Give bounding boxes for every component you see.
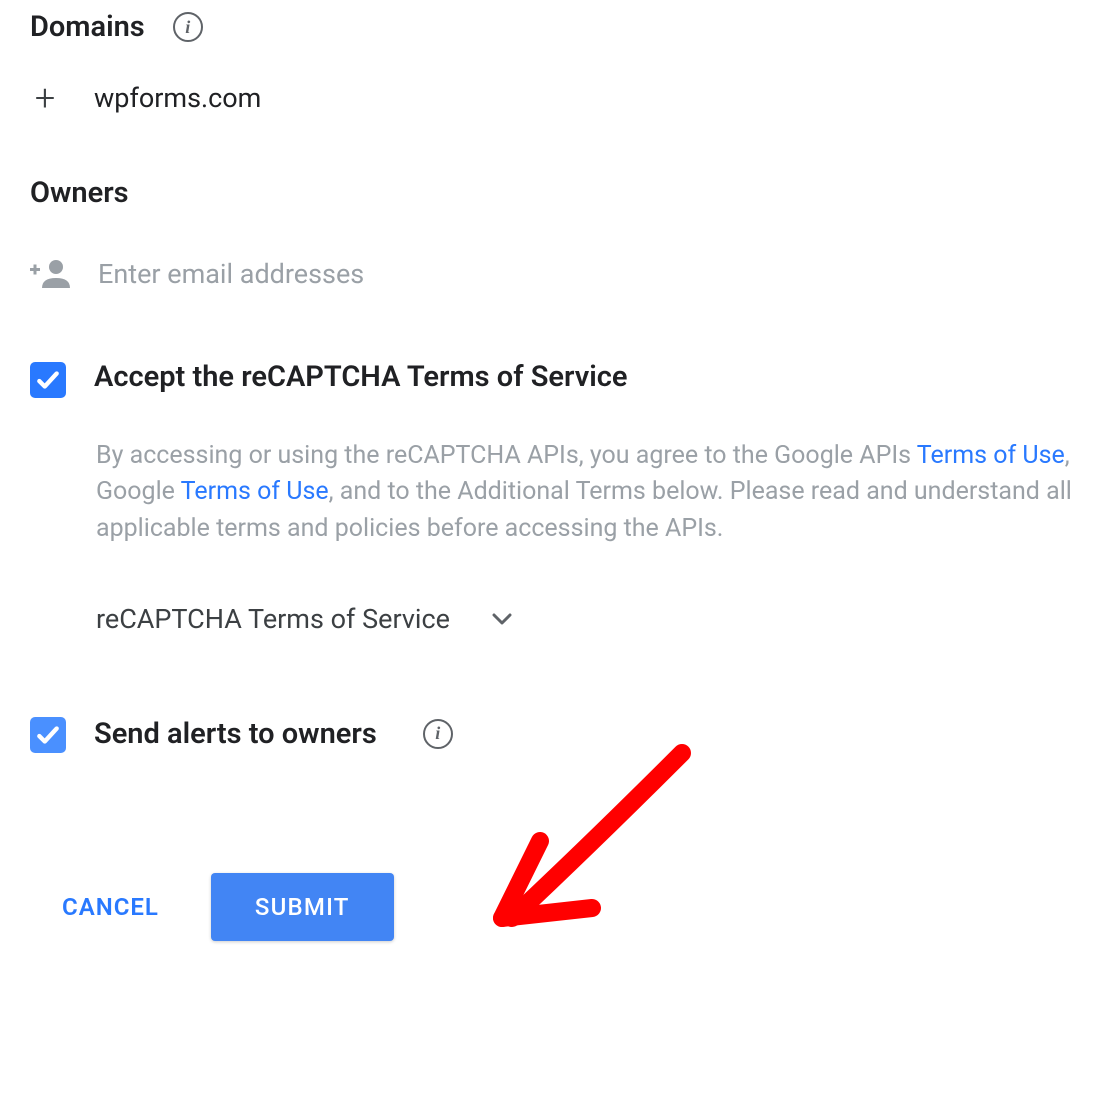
alerts-checkbox[interactable] xyxy=(30,717,66,753)
tos-checkbox-label: Accept the reCAPTCHA Terms of Service xyxy=(94,360,628,394)
button-row: CANCEL SUBMIT xyxy=(62,873,1086,941)
cancel-button[interactable]: CANCEL xyxy=(62,893,159,921)
tos-desc-text-1: By accessing or using the reCAPTCHA APIs… xyxy=(96,441,917,470)
tos-dropdown[interactable]: reCAPTCHA Terms of Service xyxy=(96,603,1086,635)
domains-header: Domains i xyxy=(30,10,1086,44)
info-icon[interactable]: i xyxy=(173,12,203,42)
domain-item: wpforms.com xyxy=(94,82,261,114)
chevron-down-icon xyxy=(490,607,514,631)
email-field[interactable] xyxy=(98,258,698,290)
info-icon[interactable]: i xyxy=(423,719,453,749)
tos-link-google[interactable]: Terms of Use xyxy=(181,477,329,506)
tos-checkbox[interactable] xyxy=(30,362,66,398)
annotation-arrow xyxy=(462,733,722,963)
tos-dropdown-label: reCAPTCHA Terms of Service xyxy=(96,603,450,635)
tos-section: Accept the reCAPTCHA Terms of Service By… xyxy=(30,360,1086,635)
alerts-label: Send alerts to owners xyxy=(94,717,377,751)
plus-icon[interactable]: + xyxy=(30,80,60,116)
owners-title: Owners xyxy=(30,176,1086,210)
domain-row: + wpforms.com xyxy=(30,80,1086,116)
owners-row xyxy=(30,258,1086,290)
tos-checkbox-row: Accept the reCAPTCHA Terms of Service xyxy=(30,360,1086,398)
tos-link-google-apis[interactable]: Terms of Use xyxy=(917,441,1065,470)
submit-button[interactable]: SUBMIT xyxy=(211,873,394,941)
add-person-icon[interactable] xyxy=(30,258,72,290)
tos-description: By accessing or using the reCAPTCHA APIs… xyxy=(96,438,1086,547)
alerts-row: Send alerts to owners i xyxy=(30,715,1086,753)
domains-title: Domains xyxy=(30,10,145,44)
